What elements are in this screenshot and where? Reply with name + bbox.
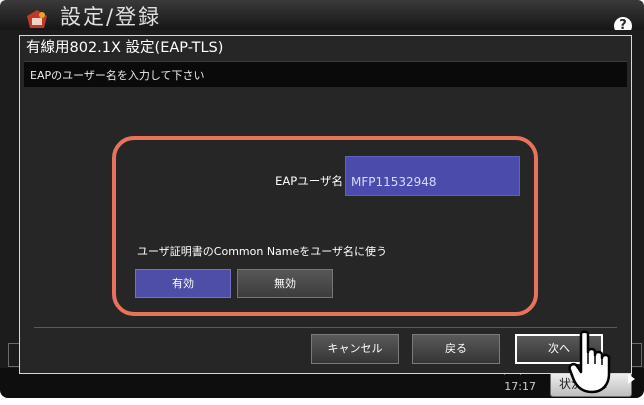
divider	[34, 327, 617, 328]
arrow-right-icon	[628, 374, 635, 384]
dialog-title: 有線用802.1X 設定(EAP-TLS)	[26, 40, 224, 56]
time-display: 17:17	[504, 380, 536, 393]
hand-pointer-icon	[568, 330, 611, 394]
instruction-text: EAPのユーザー名を入力して下さい	[30, 69, 205, 82]
back-button[interactable]: 戻る	[412, 334, 500, 364]
eap-username-label: EAPユーザ名	[275, 174, 343, 188]
eap-username-input[interactable]: MFP11532948	[345, 156, 520, 196]
disable-button[interactable]: 無効	[237, 269, 333, 298]
settings-dialog: 有線用802.1X 設定(EAP-TLS) EAPのユーザー名を入力して下さい …	[19, 35, 632, 374]
cancel-button[interactable]: キャンセル	[311, 334, 399, 364]
app-title: 設定/登録	[60, 5, 162, 29]
instruction-bar: EAPのユーザー名を入力して下さい	[24, 61, 627, 87]
enable-button[interactable]: 有効	[135, 269, 231, 298]
settings-app-icon	[27, 10, 47, 28]
common-name-option-label: ユーザ証明書のCommon Nameをユーザ名に使う	[137, 245, 388, 258]
